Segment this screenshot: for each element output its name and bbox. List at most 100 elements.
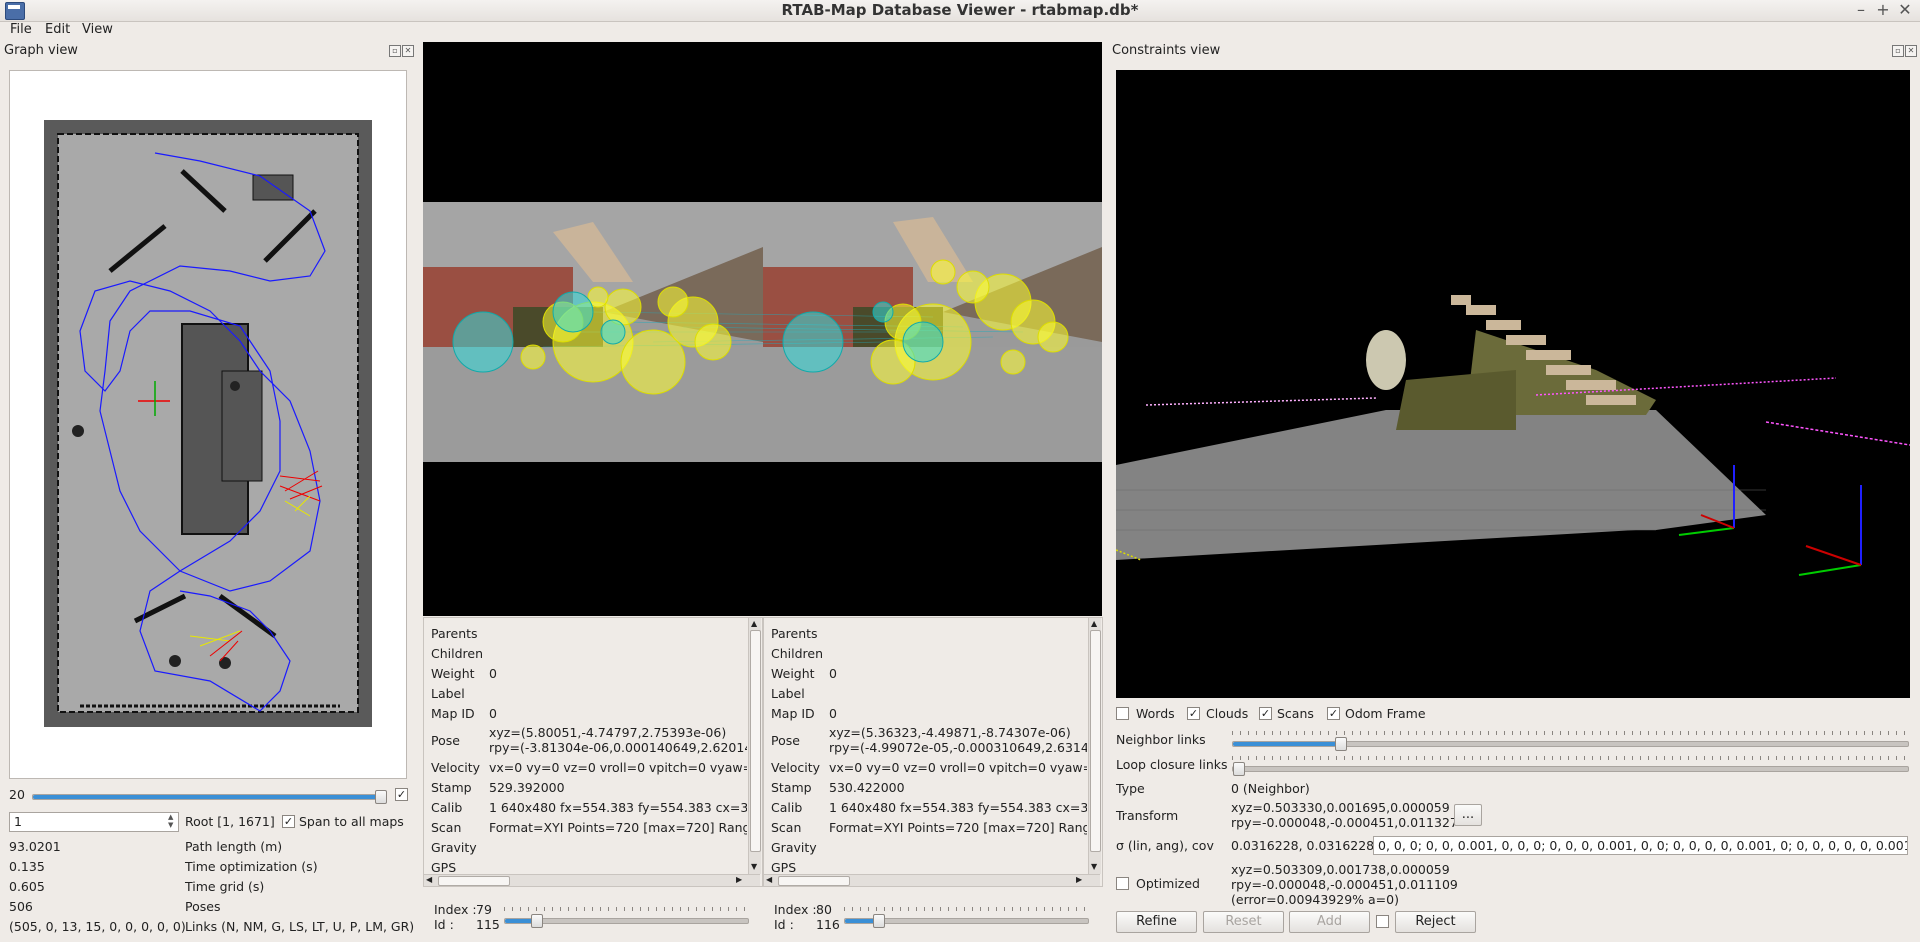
- info-key: Scan: [431, 820, 462, 835]
- info-key: Label: [771, 686, 805, 701]
- clouds-label: Clouds: [1206, 706, 1249, 721]
- optimized-rpy: rpy=-0.000048,-0.000451,0.011109: [1231, 877, 1458, 892]
- neighbor-slider-handle[interactable]: [1335, 737, 1347, 751]
- scroll-up-icon[interactable]: ▲: [751, 619, 757, 628]
- info-key: Gravity: [431, 840, 477, 855]
- id-label: Id :: [774, 917, 794, 932]
- id-label: Id :: [434, 917, 454, 932]
- scroll-right-icon[interactable]: ▶: [736, 875, 742, 884]
- info-key: Map ID: [431, 706, 475, 721]
- scroll-thumb[interactable]: [750, 630, 761, 852]
- info-value: xyz=(5.80051,-4.74797,2.75393e-06): [489, 725, 727, 740]
- menu-edit[interactable]: Edit: [45, 22, 70, 37]
- scroll-right-icon[interactable]: ▶: [1076, 875, 1082, 884]
- info-value: rpy=(-4.99072e-05,-0.000310649,2.63147: [829, 740, 1087, 755]
- vertical-scrollbar[interactable]: ▲ ▼: [748, 618, 761, 874]
- index-label: Index :: [434, 902, 477, 917]
- info-value: 529.392000: [489, 780, 565, 795]
- menu-file[interactable]: File: [10, 22, 32, 37]
- graph-slider-checkbox[interactable]: ✓: [395, 788, 408, 801]
- point-cloud-render: [1116, 295, 1910, 576]
- scroll-thumb[interactable]: [1090, 630, 1101, 852]
- words-checkbox[interactable]: [1116, 707, 1129, 720]
- info-key: GPS: [431, 860, 457, 875]
- close-dock-icon[interactable]: ✕: [1905, 45, 1917, 57]
- type-value: 0 (Neighbor): [1231, 781, 1310, 796]
- transform-xyz: xyz=0.503330,0.001695,0.000059: [1231, 800, 1450, 815]
- loop-links-label: Loop closure links: [1116, 757, 1228, 772]
- scroll-thumb[interactable]: [778, 876, 850, 886]
- info-value: 1 640x480 fx=554.383 fy=554.383 cx=320: [829, 800, 1087, 815]
- optimized-checkbox[interactable]: [1116, 877, 1129, 890]
- vertical-scrollbar[interactable]: ▲ ▼: [1088, 618, 1101, 874]
- scroll-up-icon[interactable]: ▲: [1091, 619, 1097, 628]
- graph-slider-fill: [33, 795, 383, 799]
- id-value: 116: [816, 917, 840, 932]
- info-key: Velocity: [771, 760, 821, 775]
- cloud-viewer[interactable]: [1116, 70, 1910, 698]
- info-value: Format=XYI Points=720 [max=720] Range: [489, 820, 747, 835]
- horizontal-scrollbar[interactable]: ◀ ▶: [424, 874, 760, 886]
- loop-links-slider[interactable]: [1232, 766, 1909, 772]
- slider-ticks: [1232, 731, 1907, 735]
- close-dock-icon[interactable]: ✕: [402, 45, 414, 57]
- index-value: 79: [476, 902, 492, 917]
- odom-frame-checkbox[interactable]: ✓: [1327, 707, 1340, 720]
- scroll-down-icon[interactable]: ▼: [751, 862, 757, 871]
- graph-canvas[interactable]: [9, 70, 407, 779]
- maximize-button[interactable]: +: [1874, 0, 1892, 20]
- image-view[interactable]: [423, 42, 1102, 616]
- graph-slider-value: 20: [9, 787, 25, 802]
- info-key: Calib: [771, 800, 803, 815]
- neighbor-links-slider[interactable]: [1232, 741, 1909, 747]
- info-key: Children: [771, 646, 824, 661]
- stat-value: 0.605: [9, 879, 45, 894]
- graph-view-title: Graph view: [4, 43, 78, 58]
- clouds-checkbox[interactable]: ✓: [1187, 707, 1200, 720]
- index-label: Index :: [774, 902, 817, 917]
- undock-icon[interactable]: ▫: [389, 45, 401, 57]
- occupancy-map: [44, 120, 372, 727]
- reset-button[interactable]: Reset: [1203, 911, 1284, 933]
- info-key: Children: [431, 646, 484, 661]
- add-option-checkbox[interactable]: [1376, 915, 1389, 928]
- menu-view[interactable]: View: [82, 22, 113, 37]
- info-value: 530.422000: [829, 780, 905, 795]
- undock-icon[interactable]: ▫: [1892, 45, 1904, 57]
- refine-button[interactable]: Refine: [1116, 911, 1197, 933]
- node-slider-left-handle[interactable]: [530, 914, 543, 928]
- info-key: Pose: [771, 733, 800, 748]
- info-value: 0: [829, 706, 837, 721]
- node-slider-right-handle[interactable]: [873, 914, 886, 928]
- sigma-label: σ (lin, ang), cov: [1116, 838, 1214, 853]
- stat-value: 506: [9, 899, 33, 914]
- slider-ticks: [504, 907, 747, 911]
- neighbor-links-label: Neighbor links: [1116, 732, 1206, 747]
- scroll-down-icon[interactable]: ▼: [1091, 862, 1097, 871]
- graph-slider-handle[interactable]: [375, 790, 387, 804]
- horizontal-scrollbar[interactable]: ◀ ▶: [764, 874, 1100, 886]
- loop-slider-handle[interactable]: [1233, 762, 1245, 776]
- info-value: Format=XYI Points=720 [max=720] Range: [829, 820, 1087, 835]
- scroll-left-icon[interactable]: ◀: [766, 875, 772, 884]
- info-key: Calib: [431, 800, 463, 815]
- transform-edit-button[interactable]: ...: [1454, 804, 1482, 826]
- minimize-button[interactable]: –: [1852, 0, 1870, 20]
- spin-arrows-icon[interactable]: ▲ ▼: [168, 813, 173, 829]
- scroll-thumb[interactable]: [438, 876, 510, 886]
- close-button[interactable]: ✕: [1896, 0, 1914, 20]
- scroll-left-icon[interactable]: ◀: [426, 875, 432, 884]
- info-value: vx=0 vy=0 vz=0 vroll=0 vpitch=0 vyaw=0: [829, 760, 1087, 775]
- id-value: 115: [476, 917, 500, 932]
- info-key: Scan: [771, 820, 802, 835]
- info-value: 0: [489, 706, 497, 721]
- graph-slider[interactable]: [32, 794, 384, 800]
- reject-button[interactable]: Reject: [1395, 911, 1476, 933]
- root-input[interactable]: 1: [9, 812, 179, 832]
- add-button[interactable]: Add: [1289, 911, 1370, 933]
- info-value: 1 640x480 fx=554.383 fy=554.383 cx=320: [489, 800, 747, 815]
- scans-checkbox[interactable]: ✓: [1259, 707, 1272, 720]
- covariance-input[interactable]: 0, 0, 0; 0, 0, 0.001, 0, 0, 0; 0, 0, 0, …: [1373, 836, 1908, 855]
- span-checkbox[interactable]: ✓: [282, 815, 295, 828]
- slider-ticks: [1232, 756, 1907, 760]
